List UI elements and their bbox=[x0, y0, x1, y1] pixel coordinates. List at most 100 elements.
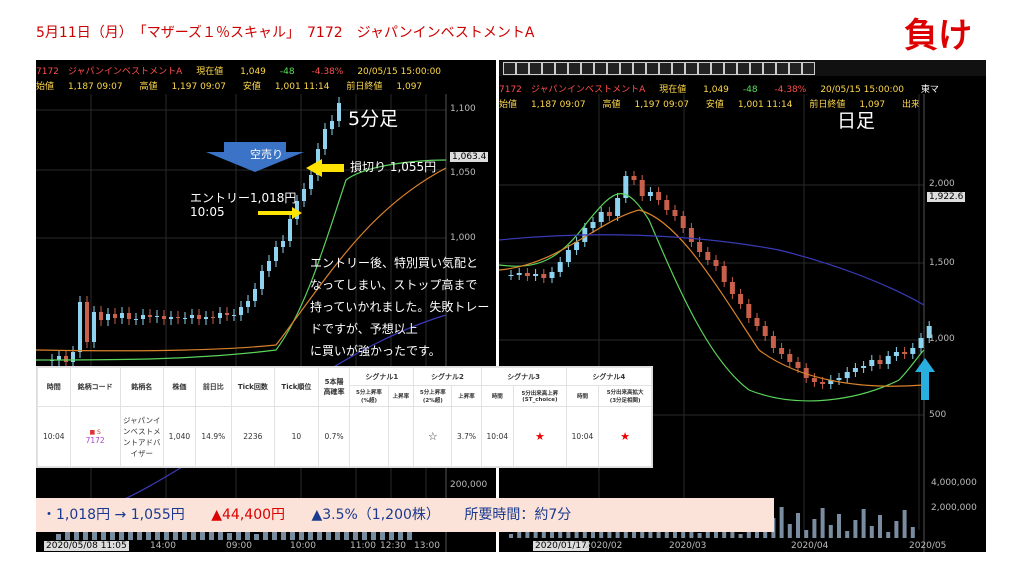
candle bbox=[239, 307, 243, 315]
trade-summary: ・1,018円 → 1,055円 ▲44,400円 ▲3.5%（1,200株） … bbox=[36, 498, 774, 532]
right-y-1500: 1,500 bbox=[929, 258, 955, 268]
candle bbox=[541, 274, 547, 278]
stoploss-arrow bbox=[306, 159, 344, 177]
candle bbox=[705, 252, 711, 260]
volume-bar bbox=[227, 533, 232, 540]
volume-bar bbox=[894, 521, 899, 538]
code-badge: ■ S bbox=[89, 428, 101, 436]
candle bbox=[99, 312, 103, 320]
summary-time: 所要時間：約7分 bbox=[464, 507, 572, 523]
th-signal3: シグナル3 bbox=[480, 366, 567, 387]
volume-bar bbox=[697, 533, 702, 538]
candle bbox=[762, 326, 768, 336]
th-change: 前日比 bbox=[195, 366, 232, 408]
left-x-axis: 2020/05/08 11:05 14:00 09:00 10:00 11:00… bbox=[44, 541, 440, 551]
candle bbox=[162, 316, 166, 319]
volume-bar bbox=[820, 508, 825, 538]
th-signal2: シグナル2 bbox=[413, 366, 482, 387]
candle bbox=[155, 316, 159, 317]
th-prob: 5本陽 高確率 bbox=[317, 366, 351, 408]
candle bbox=[246, 301, 250, 307]
candle bbox=[902, 352, 908, 354]
candle bbox=[656, 192, 662, 200]
volume-bar bbox=[254, 534, 259, 540]
left-y-vol: 200,000 bbox=[450, 480, 488, 490]
right-y-1000: 1,000 bbox=[929, 334, 955, 344]
candle bbox=[680, 216, 686, 228]
candle bbox=[697, 242, 703, 252]
candle bbox=[141, 315, 145, 319]
candle bbox=[113, 314, 117, 318]
candle bbox=[176, 317, 180, 318]
sub3: 5分上昇率 (2%超) bbox=[413, 385, 453, 408]
candle bbox=[893, 352, 899, 356]
volume-bar bbox=[886, 532, 891, 538]
candle bbox=[844, 372, 850, 378]
table-row: 10:04 ■ S 7172 ジャパンインベストメントアドバイザー 1,040 1… bbox=[37, 406, 652, 467]
summary-trade: ・1,018円 → 1,055円 bbox=[42, 507, 185, 523]
volume-bar bbox=[787, 524, 792, 538]
volume-bar bbox=[878, 515, 882, 538]
candle bbox=[309, 175, 313, 189]
daily-chart-panel[interactable]: 7172 ジャパンインベストメントA 現在値 1,049 -48 -4.38% 20/… bbox=[499, 60, 986, 552]
volume-bar bbox=[902, 510, 907, 538]
candle bbox=[183, 318, 187, 319]
candle bbox=[190, 315, 194, 318]
candle bbox=[877, 360, 883, 364]
volume-bar bbox=[837, 514, 841, 538]
left-y-1050: 1,050 bbox=[450, 168, 476, 178]
candle bbox=[672, 210, 678, 216]
signal3-star: ★ bbox=[513, 406, 567, 467]
candle bbox=[218, 313, 222, 318]
volume-bar bbox=[398, 532, 403, 540]
candle bbox=[615, 198, 621, 216]
volume-bar bbox=[828, 525, 833, 538]
candle bbox=[516, 273, 522, 275]
five-minute-chart-panel[interactable]: 7172 ジャパンインベストメントA 現在値 1,049 -48 -4.38% 20/… bbox=[36, 60, 496, 552]
sub8: 5分出来高拡大 (3分足相関) bbox=[598, 385, 652, 408]
candle bbox=[885, 356, 891, 364]
candle bbox=[721, 266, 727, 282]
candle bbox=[120, 313, 124, 318]
volume-bar bbox=[509, 534, 513, 538]
candle bbox=[253, 289, 257, 301]
candle bbox=[557, 262, 563, 272]
candle bbox=[225, 313, 229, 315]
candle bbox=[134, 319, 138, 320]
volume-bar bbox=[796, 513, 800, 538]
page-header: 5月11日（月） 「マザーズ１％スキャル」 7172 ジャパンインベストメントA bbox=[36, 25, 535, 41]
candle bbox=[852, 368, 858, 372]
volume-bar bbox=[738, 534, 743, 538]
candle bbox=[524, 273, 530, 276]
th-tick-count: Tick回数 bbox=[230, 366, 276, 408]
volume-bar bbox=[812, 519, 817, 538]
candle bbox=[260, 271, 264, 289]
candle bbox=[754, 318, 760, 326]
candle bbox=[746, 304, 752, 318]
right-y-current: 1,922.6 bbox=[927, 192, 966, 202]
volume-bar bbox=[853, 520, 858, 538]
sub1: 5分上昇率 (%超) bbox=[349, 385, 389, 408]
candle bbox=[302, 189, 306, 201]
candle bbox=[85, 302, 89, 342]
candle bbox=[197, 315, 201, 319]
candle bbox=[267, 261, 271, 271]
volume-bar bbox=[200, 532, 205, 540]
signal2-star: ☆ bbox=[413, 406, 453, 467]
candle bbox=[738, 294, 744, 304]
candle bbox=[787, 354, 793, 362]
right-y-2000: 2,000 bbox=[929, 179, 955, 189]
candle bbox=[729, 282, 735, 294]
candle bbox=[288, 219, 292, 241]
candle bbox=[598, 212, 604, 222]
candle bbox=[565, 250, 571, 262]
candle bbox=[211, 317, 215, 318]
candle bbox=[549, 272, 555, 278]
volume-bar bbox=[656, 532, 661, 538]
th-code: 銘柄コード bbox=[69, 366, 121, 408]
candle bbox=[204, 317, 208, 319]
volume-bar bbox=[615, 531, 620, 538]
candle bbox=[92, 312, 96, 342]
candle bbox=[232, 315, 236, 316]
volume-bar bbox=[371, 531, 376, 540]
